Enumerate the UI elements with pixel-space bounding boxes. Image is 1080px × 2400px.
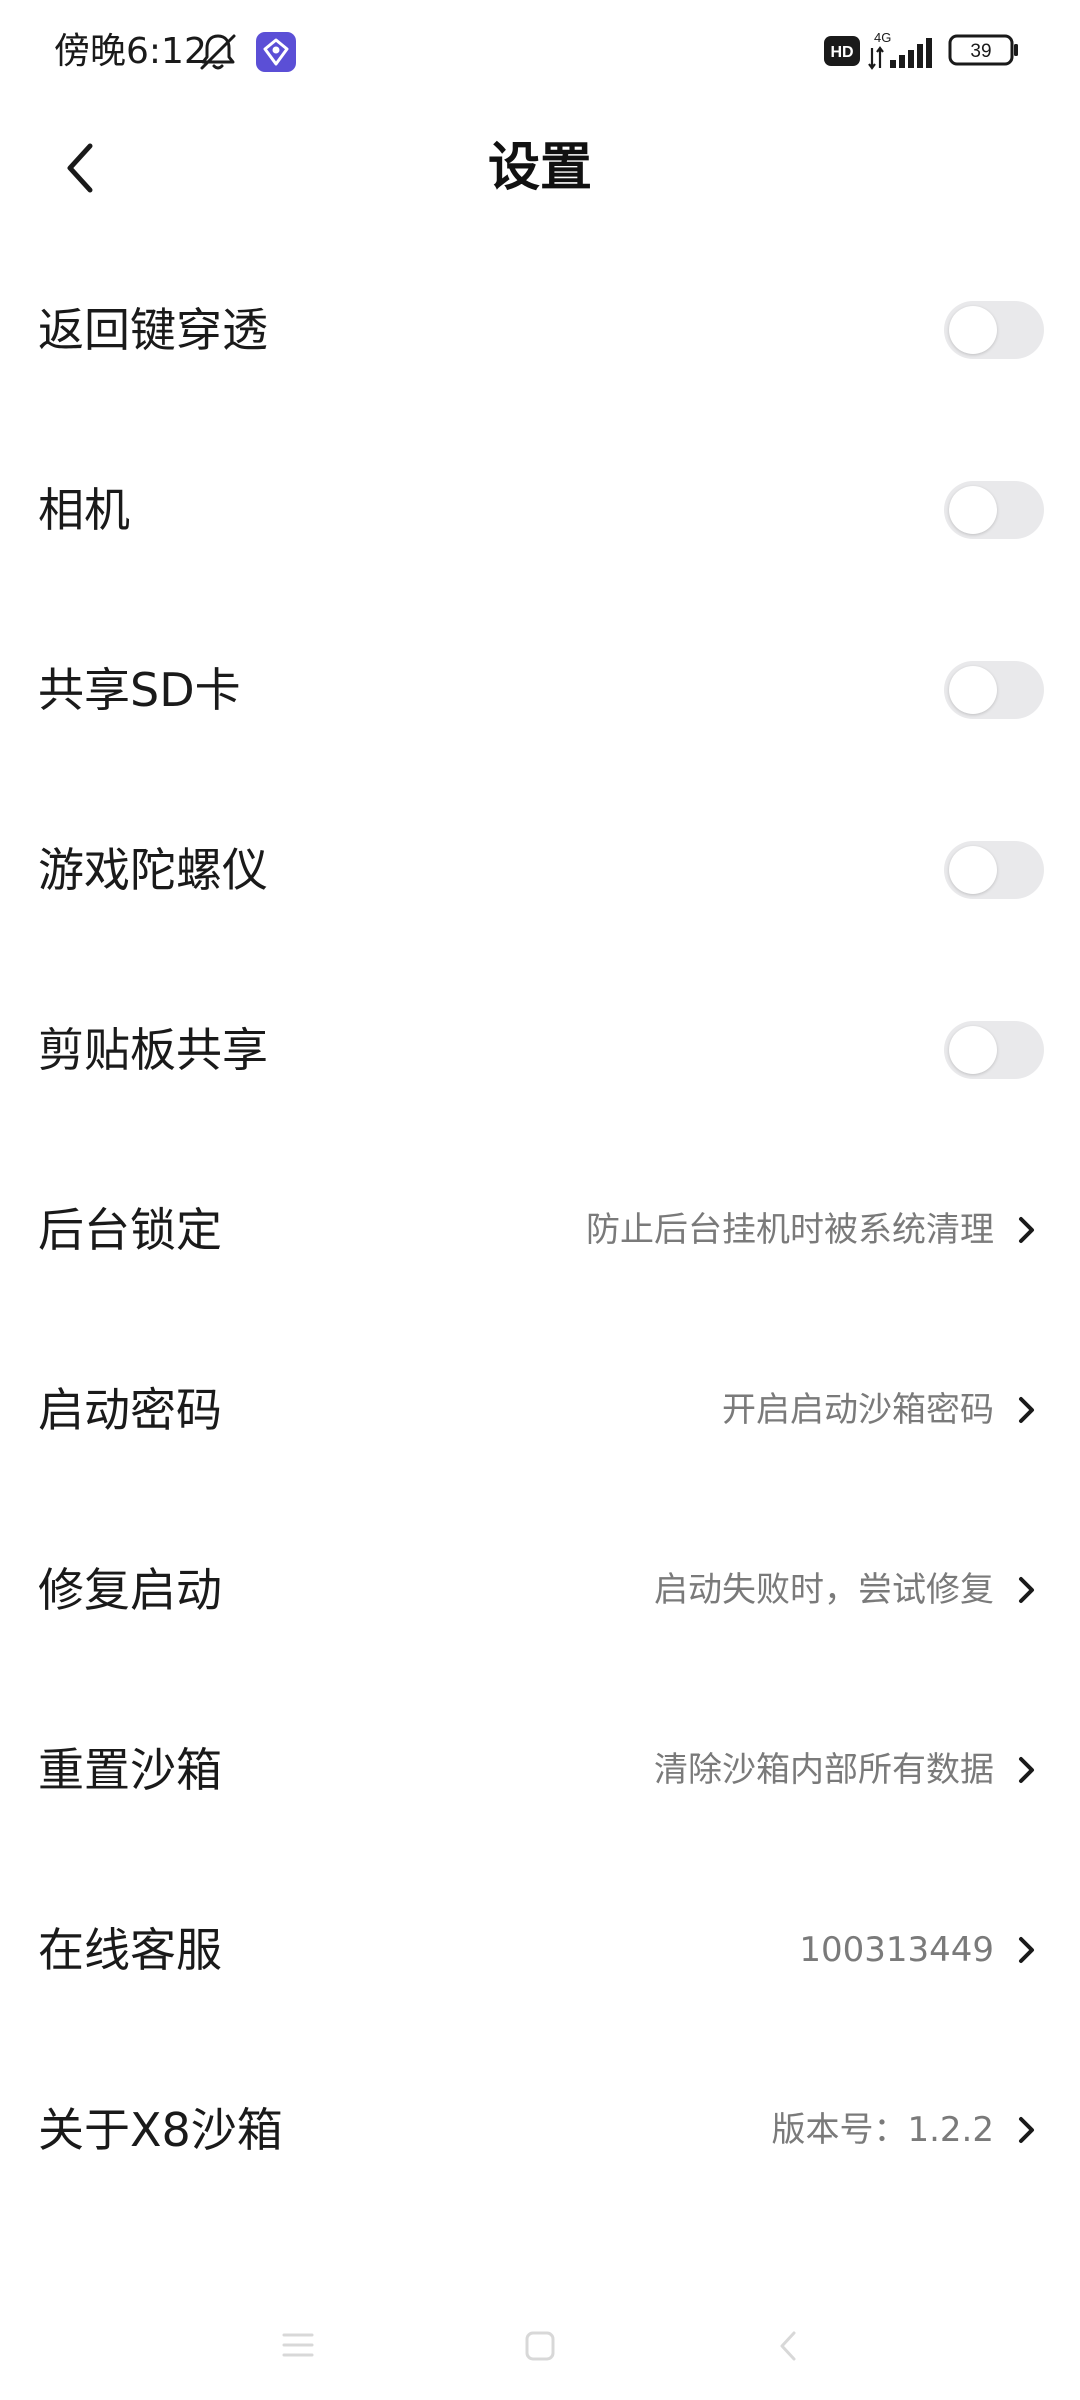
setting-label: 返回键穿透 <box>38 303 268 357</box>
toggle-knob <box>949 486 997 534</box>
camera-toggle[interactable] <box>944 481 1044 539</box>
chevron-right-icon <box>1019 1577 1034 1603</box>
settings-list: 返回键穿透 相机 共享SD卡 游戏陀螺仪 剪贴板共享 后台锁定 防止后台挂机时被… <box>0 240 1080 2220</box>
setting-row-launch-password[interactable]: 启动密码 开启启动沙箱密码 <box>0 1320 1080 1500</box>
setting-row-back-key-passthrough[interactable]: 返回键穿透 <box>0 240 1080 420</box>
setting-label: 剪贴板共享 <box>38 1023 268 1077</box>
setting-label: 后台锁定 <box>38 1203 222 1257</box>
app-notification-icon <box>256 32 296 76</box>
back-key-passthrough-toggle[interactable] <box>944 301 1044 359</box>
network-label: 4G <box>874 30 891 45</box>
chevron-right-icon <box>1019 1217 1034 1243</box>
battery-level: 39 <box>970 41 991 62</box>
toggle-knob <box>949 1026 997 1074</box>
toggle-knob <box>949 846 997 894</box>
setting-label: 关于X8沙箱 <box>38 2103 283 2157</box>
navigation-bar <box>0 2290 1080 2400</box>
setting-label: 共享SD卡 <box>38 663 241 717</box>
chevron-right-icon <box>1019 1397 1034 1423</box>
battery-icon: 39 <box>948 34 1020 70</box>
chevron-right-icon <box>1019 1937 1034 1963</box>
setting-row-online-support[interactable]: 在线客服 100313449 <box>0 1860 1080 2040</box>
back-icon[interactable] <box>776 2330 800 2366</box>
setting-row-repair-launch[interactable]: 修复启动 启动失败时，尝试修复 <box>0 1500 1080 1680</box>
setting-value: 启动失败时，尝试修复 <box>654 1570 994 1610</box>
chevron-right-icon <box>1019 2117 1034 2143</box>
menu-icon[interactable] <box>282 2330 314 2364</box>
header: 设置 <box>0 104 1080 232</box>
status-time: 傍晚6:12 <box>54 31 207 72</box>
chevron-right-icon <box>1019 1757 1034 1783</box>
home-icon[interactable] <box>524 2330 556 2366</box>
toggle-knob <box>949 666 997 714</box>
setting-value: 清除沙箱内部所有数据 <box>654 1750 994 1790</box>
setting-value: 版本号：1.2.2 <box>771 2110 994 2150</box>
setting-label: 相机 <box>38 483 130 537</box>
setting-value: 开启启动沙箱密码 <box>722 1390 994 1430</box>
hd-icon: HD <box>824 36 860 70</box>
setting-label: 重置沙箱 <box>38 1743 222 1797</box>
setting-row-reset-sandbox[interactable]: 重置沙箱 清除沙箱内部所有数据 <box>0 1680 1080 1860</box>
setting-value: 防止后台挂机时被系统清理 <box>586 1210 994 1250</box>
toggle-knob <box>949 306 997 354</box>
setting-label: 游戏陀螺仪 <box>38 843 268 897</box>
bell-off-icon <box>196 30 240 78</box>
setting-row-camera[interactable]: 相机 <box>0 420 1080 600</box>
setting-row-background-lock[interactable]: 后台锁定 防止后台挂机时被系统清理 <box>0 1140 1080 1320</box>
setting-value: 100313449 <box>799 1930 994 1970</box>
game-gyroscope-toggle[interactable] <box>944 841 1044 899</box>
signal-icon: 4G <box>868 30 940 74</box>
setting-label: 启动密码 <box>38 1383 222 1437</box>
status-bar: 傍晚6:12 HD 4G 39 <box>0 0 1080 104</box>
setting-row-game-gyroscope[interactable]: 游戏陀螺仪 <box>0 780 1080 960</box>
setting-label: 修复启动 <box>38 1563 222 1617</box>
setting-row-about[interactable]: 关于X8沙箱 版本号：1.2.2 <box>0 2040 1080 2220</box>
setting-row-share-sd-card[interactable]: 共享SD卡 <box>0 600 1080 780</box>
clipboard-share-toggle[interactable] <box>944 1021 1044 1079</box>
setting-label: 在线客服 <box>38 1923 222 1977</box>
hd-label: HD <box>830 44 853 61</box>
setting-row-clipboard-share[interactable]: 剪贴板共享 <box>0 960 1080 1140</box>
share-sd-card-toggle[interactable] <box>944 661 1044 719</box>
page-title: 设置 <box>487 138 592 198</box>
